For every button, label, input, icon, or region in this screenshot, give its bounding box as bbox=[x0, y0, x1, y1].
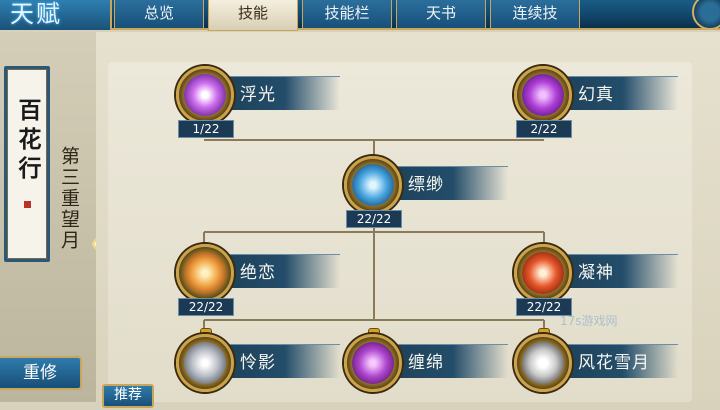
burst-icon bbox=[184, 252, 226, 294]
skill-name: 幻真 bbox=[578, 85, 614, 105]
skill-juelian[interactable]: 绝恋 22/22 bbox=[176, 244, 346, 320]
skill-name: 浮光 bbox=[240, 85, 276, 105]
skill-lianying[interactable]: 怜影 bbox=[176, 328, 346, 410]
skill-name: 缠绵 bbox=[408, 353, 444, 373]
skill-name: 怜影 bbox=[240, 353, 276, 373]
skill-icon-frame bbox=[344, 334, 402, 392]
skill-fuguang[interactable]: 浮光 1/22 bbox=[176, 66, 346, 142]
skill-name: 风花雪月 bbox=[578, 353, 650, 373]
skill-level: 22/22 bbox=[178, 298, 234, 316]
skill-icon-frame bbox=[176, 334, 234, 392]
light-orb-icon bbox=[184, 74, 226, 116]
skill-name: 绝恋 bbox=[240, 263, 276, 283]
skill-level: 1/22 bbox=[178, 120, 234, 138]
skill-icon-frame bbox=[514, 334, 572, 392]
skill-ningshen[interactable]: 凝神 22/22 bbox=[514, 244, 684, 320]
moon-icon bbox=[522, 342, 564, 384]
skill-name: 凝神 bbox=[578, 263, 614, 283]
skill-icon-frame bbox=[176, 244, 234, 302]
watermark-text: 17s游戏网 bbox=[560, 314, 618, 328]
skill-huanzhen[interactable]: 幻真 2/22 bbox=[514, 66, 684, 142]
skill-fenghuaxueyue[interactable]: 风花雪月 bbox=[514, 328, 684, 410]
ribbon-icon bbox=[352, 342, 394, 384]
illusion-icon bbox=[522, 74, 564, 116]
shadow-icon bbox=[184, 342, 226, 384]
skill-chanmian[interactable]: 缠绵 bbox=[344, 328, 514, 410]
flame-icon bbox=[522, 252, 564, 294]
skill-icon-frame bbox=[344, 156, 402, 214]
skill-piaomiao[interactable]: 缥缈 22/22 bbox=[344, 156, 514, 232]
skill-level: 22/22 bbox=[346, 210, 402, 228]
recommend-button[interactable]: 推荐 bbox=[102, 384, 154, 408]
skill-icon-frame bbox=[514, 66, 572, 124]
skill-icon-frame bbox=[514, 244, 572, 302]
skill-name: 缥缈 bbox=[408, 175, 444, 195]
skill-icon-frame bbox=[176, 66, 234, 124]
skill-level: 2/22 bbox=[516, 120, 572, 138]
wind-icon bbox=[352, 164, 394, 206]
